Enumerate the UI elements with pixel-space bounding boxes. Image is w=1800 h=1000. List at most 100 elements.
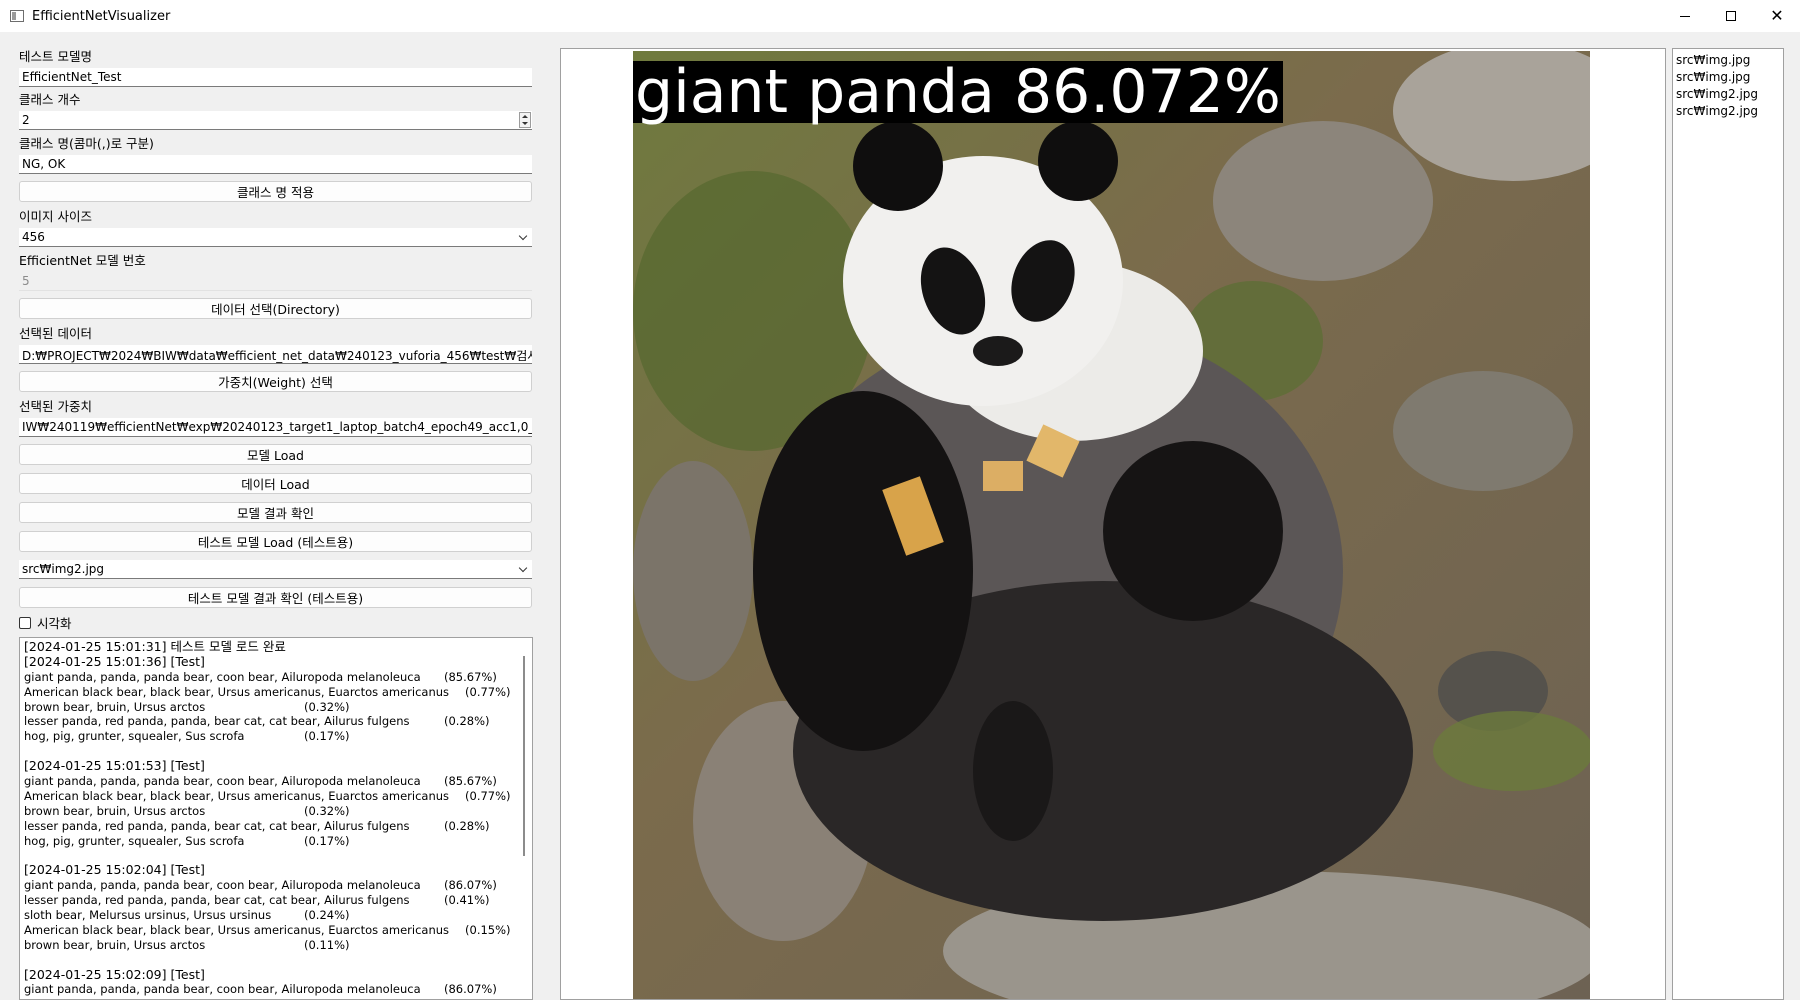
image-size-combobox[interactable]: 456: [19, 228, 532, 247]
maximize-button[interactable]: [1708, 0, 1754, 32]
log-class-name: giant panda, panda, panda bear, coon bea…: [24, 982, 421, 997]
class-count-value: 2: [22, 113, 30, 127]
control-panel: 테스트 모델명 EfficientNet_Test 클래스 개수 2 클래스 명…: [0, 32, 540, 1000]
visualize-checkbox-row[interactable]: 시각화: [19, 613, 72, 632]
log-result-row: giant panda, panda, panda bear, coon bea…: [24, 982, 519, 997]
log-class-name: brown bear, bruin, Ursus arctos: [24, 937, 206, 952]
log-result-row: lesser panda, red panda, panda, bear cat…: [24, 819, 519, 834]
test-model-name-label: 테스트 모델명: [19, 49, 92, 64]
log-lines: [2024-01-25 15:01:31] 테스트 모델 로드 완료 [2024…: [24, 639, 519, 997]
class-count-spinbox[interactable]: 2: [19, 111, 532, 130]
title-bar: EfficientNetVisualizer ✕: [0, 0, 1800, 32]
close-icon: ✕: [1770, 6, 1784, 25]
log-result-row: lesser panda, red panda, panda, bear cat…: [24, 714, 519, 729]
model-load-button[interactable]: 모델 Load: [19, 444, 532, 465]
test-image-value: src₩img2.jpg: [22, 562, 105, 576]
image-size-label: 이미지 사이즈: [19, 209, 92, 224]
chevron-down-icon: [518, 563, 528, 573]
log-output[interactable]: [2024-01-25 15:01:31] 테스트 모델 로드 완료 [2024…: [19, 637, 533, 1000]
app-window-icon: [10, 10, 24, 22]
test-model-result-button[interactable]: 테스트 모델 결과 확인 (테스트용): [19, 587, 532, 608]
log-probability: (0.32%): [304, 699, 350, 714]
data-load-button[interactable]: 데이터 Load: [19, 473, 532, 494]
log-scrollbar[interactable]: [523, 656, 525, 856]
log-probability: (0.17%): [304, 729, 350, 744]
log-class-name: hog, pig, grunter, squealer, Sus scrofa: [24, 729, 245, 744]
select-weight-button[interactable]: 가중치(Weight) 선택: [19, 371, 532, 392]
selected-weight-field[interactable]: IW₩240119₩efficientNet₩exp₩20240123_targ…: [19, 418, 532, 437]
log-probability: (86.07%): [444, 878, 497, 893]
selected-data-field[interactable]: D:₩PROJECT₩2024₩BIW₩data₩efficient_net_d…: [19, 345, 532, 364]
log-result-row: giant panda, panda, panda bear, coon bea…: [24, 878, 519, 893]
class-names-input[interactable]: NG, OK: [19, 155, 532, 174]
spin-down-icon[interactable]: [522, 122, 528, 125]
file-list-item[interactable]: src₩img.jpg: [1673, 69, 1783, 86]
selected-weight-label: 선택된 가중치: [19, 399, 92, 414]
prediction-label: giant panda 86.072%: [633, 57, 1283, 127]
visualize-checkbox[interactable]: [19, 616, 31, 629]
file-list-item[interactable]: src₩img.jpg: [1673, 52, 1783, 69]
close-button[interactable]: ✕: [1754, 0, 1800, 32]
log-class-name: American black bear, black bear, Ursus a…: [24, 684, 450, 699]
log-probability: (0.24%): [304, 908, 350, 923]
test-model-name-input[interactable]: EfficientNet_Test: [19, 68, 532, 87]
chevron-down-icon: [518, 231, 528, 241]
spin-up-icon[interactable]: [522, 115, 528, 118]
log-probability: (86.07%): [444, 982, 497, 997]
log-class-name: lesser panda, red panda, panda, bear cat…: [24, 818, 410, 833]
log-probability: (0.28%): [444, 714, 490, 729]
minimize-icon: [1680, 15, 1690, 17]
apply-class-names-button[interactable]: 클래스 명 적용: [19, 181, 532, 202]
log-class-name: sloth bear, Melursus ursinus, Ursus ursi…: [24, 908, 272, 923]
log-class-name: American black bear, black bear, Ursus a…: [24, 922, 450, 937]
model-number-input: 5: [19, 272, 532, 291]
log-probability: (85.67%): [444, 774, 497, 789]
maximize-icon: [1726, 11, 1736, 21]
log-probability: (0.17%): [304, 833, 350, 848]
minimize-button[interactable]: [1662, 0, 1708, 32]
log-result-row: brown bear, bruin, Ursus arctos (0.11%): [24, 938, 519, 953]
file-list-items: src₩img.jpg src₩img.jpg src₩img2.jpg src₩im…: [1673, 49, 1783, 120]
log-probability: (85.67%): [444, 669, 497, 684]
log-result-row: sloth bear, Melursus ursinus, Ursus ursi…: [24, 908, 519, 923]
log-class-name: brown bear, bruin, Ursus arctos: [24, 699, 206, 714]
log-probability: (0.32%): [304, 803, 350, 818]
test-image-combobox[interactable]: src₩img2.jpg: [19, 560, 532, 579]
log-class-name: giant panda, panda, panda bear, coon bea…: [24, 669, 421, 684]
log-result-row: American black bear, black bear, Ursus a…: [24, 789, 519, 804]
log-class-name: brown bear, bruin, Ursus arctos: [24, 803, 206, 818]
selected-data-label: 선택된 데이터: [19, 326, 92, 341]
visualize-label: 시각화: [37, 616, 72, 631]
log-class-name: lesser panda, red panda, panda, bear cat…: [24, 893, 410, 908]
log-result-row: hog, pig, grunter, squealer, Sus scrofa (…: [24, 834, 519, 849]
log-result-row: lesser panda, red panda, panda, bear cat…: [24, 893, 519, 908]
file-list[interactable]: src₩img.jpg src₩img.jpg src₩img2.jpg src₩im…: [1672, 48, 1784, 1000]
log-probability: (0.77%): [465, 684, 511, 699]
log-result-row: giant panda, panda, panda bear, coon bea…: [24, 774, 519, 789]
file-list-item[interactable]: src₩img2.jpg: [1673, 86, 1783, 103]
log-line: [2024-01-25 15:01:31] 테스트 모델 로드 완료: [24, 639, 286, 654]
test-model-load-button[interactable]: 테스트 모델 Load (테스트용): [19, 531, 532, 552]
log-class-name: lesser panda, red panda, panda, bear cat…: [24, 714, 410, 729]
file-list-item[interactable]: src₩img2.jpg: [1673, 103, 1783, 120]
log-line: [2024-01-25 15:02:09] [Test]: [24, 966, 205, 982]
spinbox-buttons[interactable]: [519, 112, 531, 128]
log-result-row: brown bear, bruin, Ursus arctos (0.32%): [24, 700, 519, 715]
image-size-value: 456: [22, 230, 45, 244]
log-probability: (0.15%): [465, 922, 511, 937]
select-data-button[interactable]: 데이터 선택(Directory): [19, 298, 532, 319]
class-count-label: 클래스 개수: [19, 92, 81, 107]
log-blank-line: [24, 953, 519, 968]
model-result-button[interactable]: 모델 결과 확인: [19, 502, 532, 523]
log-probability: (0.28%): [444, 818, 490, 833]
model-number-label: EfficientNet 모델 번호: [19, 253, 146, 268]
log-class-name: giant panda, panda, panda bear, coon bea…: [24, 774, 421, 789]
panda-image: [633, 51, 1590, 999]
log-class-name: hog, pig, grunter, squealer, Sus scrofa: [24, 833, 245, 848]
image-viewer: giant panda 86.072%: [560, 48, 1666, 1000]
log-blank-line: [24, 744, 519, 759]
log-line: [2024-01-25 15:01:36] [Test]: [24, 653, 205, 669]
log-class-name: American black bear, black bear, Ursus a…: [24, 788, 450, 803]
log-line: [2024-01-25 15:02:04] [Test]: [24, 862, 205, 878]
log-result-row: giant panda, panda, panda bear, coon bea…: [24, 670, 519, 685]
